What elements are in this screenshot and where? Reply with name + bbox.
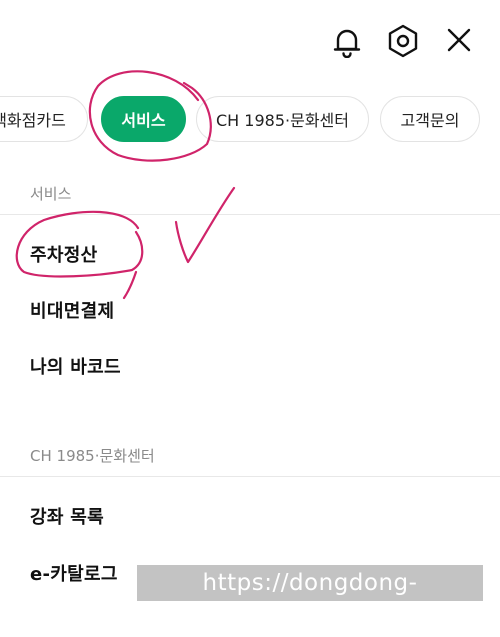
watermark: https://dongdong-chance.com [137, 565, 483, 632]
category-tabs: 백화점카드 서비스 CH 1985·문화센터 고객문의 [0, 96, 500, 144]
hexagon-settings-icon[interactable] [383, 21, 423, 61]
menu-item-my-barcode[interactable]: 나의 바코드 [30, 353, 121, 379]
tab-department-card[interactable]: 백화점카드 [0, 96, 88, 142]
menu-item-contactless-payment[interactable]: 비대면결제 [30, 297, 114, 323]
section-title-service: 서비스 [30, 185, 72, 203]
divider [0, 476, 500, 477]
tab-label: 고객문의 [400, 111, 460, 130]
tab-label: 백화점카드 [0, 111, 66, 130]
annotation-checkmark [174, 186, 236, 264]
section-title-culture-center: CH 1985·문화센터 [30, 447, 155, 465]
tab-culture-center[interactable]: CH 1985·문화센터 [196, 96, 369, 142]
menu-item-parking[interactable]: 주차정산 [30, 241, 97, 267]
tab-label: CH 1985·문화센터 [216, 111, 349, 130]
menu-item-e-catalog[interactable]: e-카탈로그 [30, 560, 118, 586]
bell-icon[interactable] [327, 22, 367, 62]
tab-label: 서비스 [121, 111, 166, 130]
menu-item-course-list[interactable]: 강좌 목록 [30, 503, 104, 529]
close-icon[interactable] [439, 20, 479, 60]
divider [0, 214, 500, 215]
top-bar [0, 0, 500, 82]
tab-customer-inquiry[interactable]: 고객문의 [380, 96, 480, 142]
tab-service[interactable]: 서비스 [101, 96, 186, 142]
